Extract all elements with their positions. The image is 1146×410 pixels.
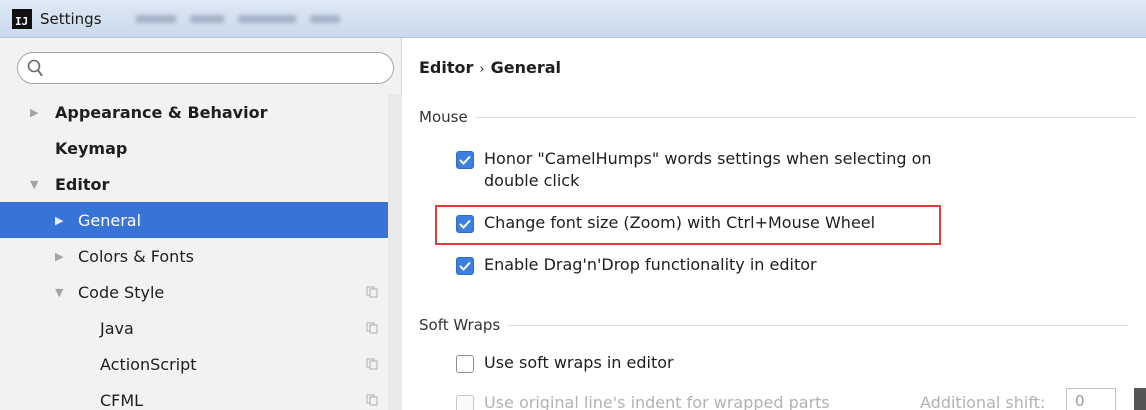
tree-item-cfml[interactable]: CFML — [0, 382, 388, 410]
option-original-indent[interactable]: Use original line's indent for wrapped p… — [456, 392, 830, 410]
tree-item-actionscript[interactable]: ActionScript — [0, 346, 388, 382]
settings-tree-panel: ▶ Appearance & Behavior Keymap ▼ Editor … — [0, 38, 402, 410]
drag-n-drop-checkbox[interactable] — [456, 257, 474, 275]
option-use-soft-wraps[interactable]: Use soft wraps in editor — [456, 352, 674, 374]
intellij-logo-icon: IJ — [12, 8, 32, 29]
project-scope-icon — [366, 358, 378, 370]
expand-arrow-icon[interactable]: ▶ — [55, 214, 63, 227]
tree-item-general[interactable]: ▶ General — [0, 202, 388, 238]
checkmark-icon — [459, 155, 471, 165]
option-label: Use original line's indent for wrapped p… — [484, 393, 830, 410]
use-soft-wraps-checkbox[interactable] — [456, 355, 474, 373]
option-label-line1: Honor "CamelHumps" words settings when s… — [484, 149, 932, 168]
checkmark-icon — [459, 219, 471, 229]
section-title: Mouse — [419, 108, 468, 126]
search-input[interactable] — [17, 52, 394, 84]
breadcrumb-current: General — [490, 58, 562, 77]
spinner-edge[interactable] — [1134, 388, 1146, 410]
project-scope-icon — [366, 394, 378, 406]
section-mouse: Mouse — [419, 108, 1136, 126]
tree-item-editor[interactable]: ▼ Editor — [0, 166, 388, 202]
tree-item-label: Java — [100, 318, 134, 338]
tree-item-label: Colors & Fonts — [78, 246, 194, 266]
section-divider — [508, 324, 1129, 326]
option-label: Honor "CamelHumps" words settings when s… — [484, 148, 932, 192]
search-icon — [27, 59, 43, 77]
tree-item-label: Code Style — [78, 282, 165, 302]
breadcrumb-separator: › — [479, 62, 485, 77]
additional-shift-label: Additional shift: — [920, 393, 1046, 410]
tree-item-label: Keymap — [55, 138, 128, 158]
project-scope-icon — [366, 286, 378, 298]
tree-scrollbar[interactable] — [388, 94, 402, 410]
tree-item-keymap[interactable]: Keymap — [0, 130, 388, 166]
section-title: Soft Wraps — [419, 316, 501, 334]
tree-item-label: ActionScript — [100, 354, 197, 374]
project-scope-icon — [366, 322, 378, 334]
section-divider — [475, 116, 1136, 118]
title-bar: IJ Settings — [0, 0, 1146, 38]
blurred-menu-bar — [135, 14, 340, 23]
zoom-ctrl-wheel-checkbox[interactable] — [456, 215, 474, 233]
option-camelhumps[interactable]: Honor "CamelHumps" words settings when s… — [456, 148, 932, 192]
tree-item-appearance-behavior[interactable]: ▶ Appearance & Behavior — [0, 94, 388, 130]
tree-item-java[interactable]: Java — [0, 310, 388, 346]
breadcrumb-parent: Editor — [419, 58, 474, 77]
tree-item-label: General — [78, 210, 142, 230]
expand-arrow-icon[interactable]: ▶ — [30, 106, 38, 119]
option-drag-n-drop[interactable]: Enable Drag'n'Drop functionality in edit… — [456, 254, 817, 276]
expand-arrow-icon[interactable]: ▶ — [55, 250, 63, 263]
option-label-line2: double click — [484, 171, 580, 190]
tree-item-label: Editor — [55, 174, 110, 194]
option-zoom-ctrl-wheel[interactable]: Change font size (Zoom) with Ctrl+Mouse … — [456, 212, 875, 234]
section-soft-wraps: Soft Wraps — [419, 316, 1129, 334]
tree-item-label: CFML — [100, 390, 144, 410]
collapse-arrow-icon[interactable]: ▼ — [55, 286, 63, 299]
window-title: Settings — [40, 9, 102, 28]
additional-shift-input[interactable]: 0 — [1066, 388, 1116, 410]
option-label: Enable Drag'n'Drop functionality in edit… — [484, 255, 817, 274]
tree-item-colors-fonts[interactable]: ▶ Colors & Fonts — [0, 238, 388, 274]
collapse-arrow-icon[interactable]: ▼ — [30, 178, 38, 191]
original-indent-checkbox[interactable] — [456, 395, 474, 410]
tree-item-label: Appearance & Behavior — [55, 102, 268, 122]
option-label: Use soft wraps in editor — [484, 353, 674, 372]
breadcrumb: Editor › General — [419, 58, 561, 77]
tree-item-code-style[interactable]: ▼ Code Style — [0, 274, 388, 310]
checkmark-icon — [459, 261, 471, 271]
camelhumps-checkbox[interactable] — [456, 151, 474, 169]
option-label: Change font size (Zoom) with Ctrl+Mouse … — [484, 213, 876, 232]
